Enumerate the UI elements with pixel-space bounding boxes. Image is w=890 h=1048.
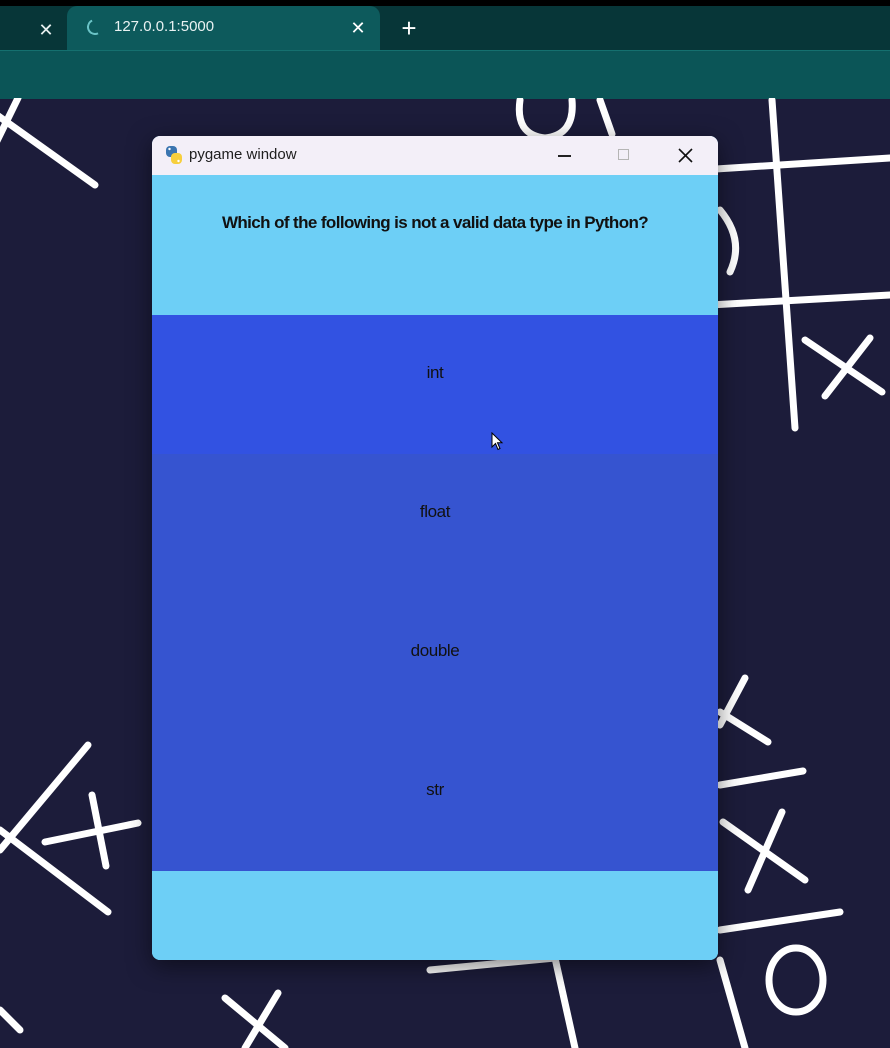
browser-toolbar: [0, 50, 890, 99]
mouse-cursor-icon: [491, 432, 504, 451]
answer-option-label: int: [426, 363, 444, 382]
tab-title: 127.0.0.1:5000: [114, 18, 215, 35]
quiz-canvas: Which of the following is not a valid da…: [152, 175, 718, 960]
window-close-button[interactable]: [655, 136, 715, 175]
window-title: pygame window: [189, 146, 297, 163]
answer-option-float[interactable]: float: [152, 454, 718, 593]
python-logo-icon: [166, 146, 182, 164]
footer-area: [152, 872, 718, 960]
window-titlebar[interactable]: pygame window: [152, 136, 718, 175]
answer-option-int[interactable]: int: [152, 315, 718, 454]
previous-tab-close-button[interactable]: ✕: [36, 20, 56, 40]
close-icon: [678, 148, 693, 163]
minimize-button[interactable]: [534, 136, 594, 175]
answer-option-label: float: [419, 502, 451, 521]
pygame-window: pygame window Which of the following is …: [152, 136, 718, 960]
new-tab-button[interactable]: +: [396, 15, 422, 42]
answer-option-label: str: [426, 780, 444, 799]
loading-spinner-icon: [84, 16, 106, 38]
maximize-button[interactable]: [594, 136, 654, 175]
question-area: Which of the following is not a valid da…: [152, 175, 718, 315]
answer-option-label: double: [410, 641, 460, 660]
browser-tab-strip: ✕ 127.0.0.1:5000 ✕ +: [0, 0, 890, 52]
tab-active[interactable]: 127.0.0.1:5000 ✕: [67, 6, 380, 52]
question-text: Which of the following is not a valid da…: [221, 213, 649, 232]
tab-close-button[interactable]: ✕: [348, 18, 368, 38]
answer-option-double[interactable]: double: [152, 593, 718, 732]
answer-option-str[interactable]: str: [152, 732, 718, 871]
